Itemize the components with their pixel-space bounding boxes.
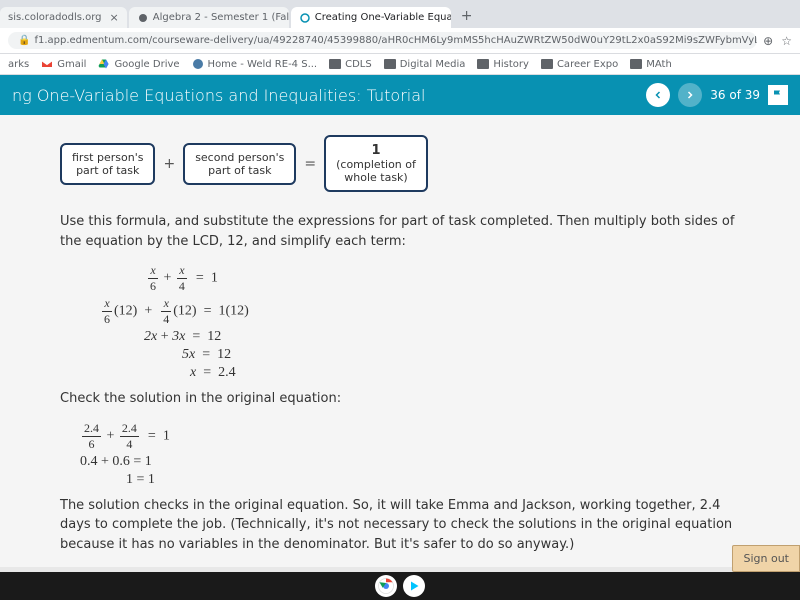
play-icon: [405, 577, 423, 595]
bookmark-cdls[interactable]: CDLS: [329, 59, 372, 70]
folder-icon: [329, 59, 341, 69]
bookmark-gmail[interactable]: Gmail: [41, 58, 86, 70]
page-count: 36 of 39: [710, 88, 760, 102]
bookmarks-bar: arks Gmail Google Drive Home - Weld RE-4…: [0, 54, 800, 75]
edmentum-icon: [299, 12, 311, 24]
drive-icon: [98, 58, 110, 70]
formula-box-1: first person's part of task: [60, 143, 155, 185]
site-icon: [137, 12, 149, 24]
tab-1[interactable]: Algebra 2 - Semester 1 (Fall 2020 ×: [129, 7, 289, 28]
math-check: 2.46 + 2.44 = 1 0.4 + 0.6 = 1 1 = 1: [80, 421, 740, 488]
url-actions: ⊕ ☆: [763, 34, 792, 48]
bookmark-item[interactable]: arks: [8, 59, 29, 70]
browser-chrome: sis.coloradodls.org × Algebra 2 - Semest…: [0, 0, 800, 75]
bookmark-digital[interactable]: Digital Media: [384, 59, 466, 70]
next-button[interactable]: [678, 83, 702, 107]
formula-box-3: 1 (completion of whole task): [324, 135, 428, 192]
page-title: ng One-Variable Equations and Inequaliti…: [12, 86, 425, 105]
close-icon[interactable]: ×: [110, 11, 119, 24]
bookmark-math[interactable]: MAth: [630, 59, 672, 70]
formula-diagram: first person's part of task + second per…: [60, 135, 740, 192]
bookmark-home[interactable]: Home - Weld RE-4 S...: [192, 58, 318, 70]
check-text: Check the solution in the original equat…: [60, 389, 740, 409]
gmail-icon: [41, 58, 53, 70]
play-store-icon[interactable]: [403, 575, 425, 597]
math-steps: x6 + x4 = 1 x6(12) + x4(12) = 1(12) 2x +…: [100, 263, 740, 381]
zoom-icon[interactable]: ⊕: [763, 34, 773, 48]
chrome-icon: [377, 577, 395, 595]
lock-icon: 🔒: [18, 35, 30, 46]
flag-button[interactable]: [768, 85, 788, 105]
folder-icon: [477, 59, 489, 69]
bookmark-drive[interactable]: Google Drive: [98, 58, 179, 70]
star-icon[interactable]: ☆: [781, 34, 792, 48]
chrome-app-icon[interactable]: [375, 575, 397, 597]
plus-op: +: [163, 156, 175, 172]
url-text: f1.app.edmentum.com/courseware-delivery/…: [34, 35, 757, 46]
bookmark-career[interactable]: Career Expo: [541, 59, 618, 70]
tutorial-content: first person's part of task + second per…: [0, 115, 800, 567]
tutorial-header: ng One-Variable Equations and Inequaliti…: [0, 75, 800, 115]
conclusion-text: The solution checks in the original equa…: [60, 496, 740, 555]
bookmark-history[interactable]: History: [477, 59, 529, 70]
signout-button[interactable]: Sign out: [732, 545, 800, 572]
re4-icon: [192, 58, 204, 70]
tabs-row: sis.coloradodls.org × Algebra 2 - Semest…: [0, 0, 800, 28]
arrow-left-icon: [652, 89, 664, 101]
new-tab-button[interactable]: +: [453, 4, 481, 28]
tab-label: sis.coloradodls.org: [8, 12, 102, 23]
flag-icon: [772, 89, 784, 101]
folder-icon: [384, 59, 396, 69]
taskbar: [0, 572, 800, 600]
equals-op: =: [304, 156, 316, 172]
tab-label: Algebra 2 - Semester 1 (Fall 2020: [153, 12, 289, 23]
arrow-right-icon: [684, 89, 696, 101]
url-bar[interactable]: 🔒 f1.app.edmentum.com/courseware-deliver…: [8, 32, 757, 49]
tab-0[interactable]: sis.coloradodls.org ×: [0, 7, 127, 28]
formula-box-2: second person's part of task: [183, 143, 296, 185]
prev-button[interactable]: [646, 83, 670, 107]
folder-icon: [541, 59, 553, 69]
intro-text: Use this formula, and substitute the exp…: [60, 212, 740, 251]
header-nav: 36 of 39: [646, 83, 788, 107]
folder-icon: [630, 59, 642, 69]
address-bar-row: 🔒 f1.app.edmentum.com/courseware-deliver…: [0, 28, 800, 54]
tab-label: Creating One-Variable Equations: [315, 12, 451, 23]
tab-2[interactable]: Creating One-Variable Equations ×: [291, 7, 451, 28]
